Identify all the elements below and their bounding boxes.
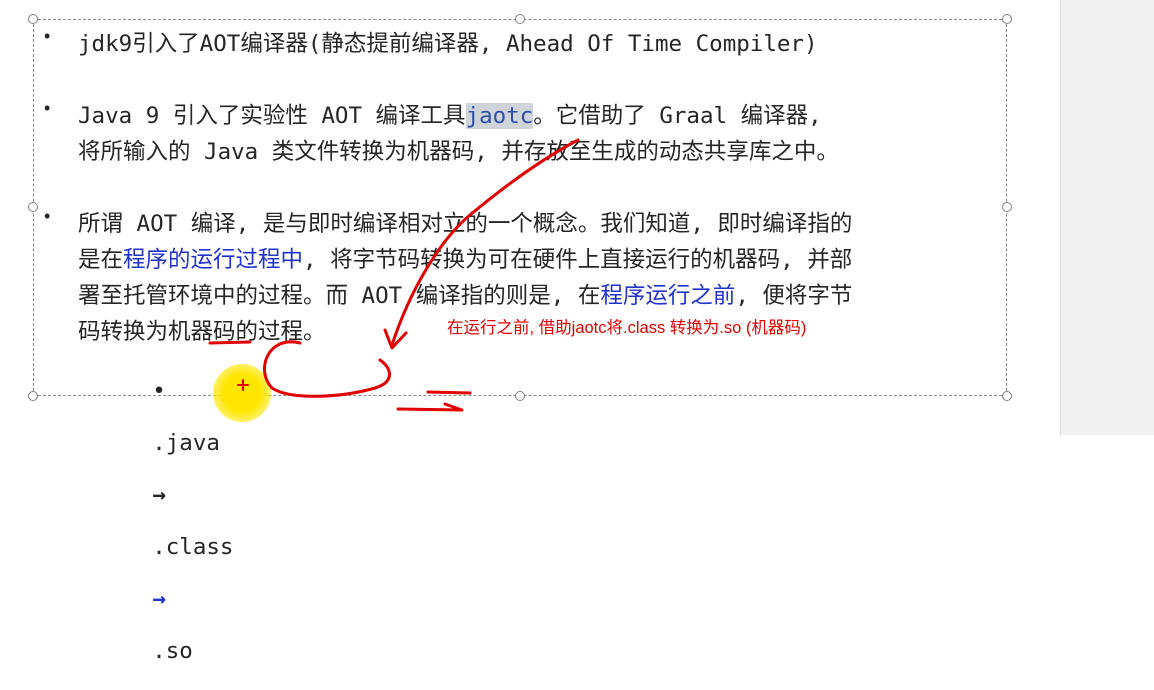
- blue-emphasis-text: 程序运行之前: [600, 283, 736, 309]
- text-line: 是在程序的运行过程中, 将字节码转换为可在硬件上直接运行的机器码, 并部: [78, 242, 1000, 278]
- laser-pointer-cursor: [213, 364, 271, 422]
- resize-handle-top-center[interactable]: [515, 14, 525, 24]
- text-segment: 所谓 AOT 编译, 是与即时编译相对立的一个概念。我们知道, 即时编译指的: [78, 211, 853, 237]
- text-segment: , 将字节码转换为可在硬件上直接运行的机器码, 并部: [303, 247, 853, 273]
- arrow-class-to-so: →: [152, 586, 166, 612]
- text-line: 所谓 AOT 编译, 是与即时编译相对立的一个概念。我们知道, 即时编译指的: [78, 206, 1000, 242]
- resize-handle-bottom-right[interactable]: [1002, 391, 1012, 401]
- java-extension-label: .java: [152, 430, 220, 456]
- bullet-paragraph-2: • Java 9 引入了实验性 AOT 编译工具jaotc。它借助了 Graal …: [40, 98, 1000, 170]
- bullet-marker: •: [44, 98, 51, 118]
- selected-word-jaotc: jaotc: [465, 103, 534, 129]
- resize-handle-middle-right[interactable]: [1002, 202, 1012, 212]
- arrow-java-to-class: →: [152, 482, 166, 508]
- text-segment: 将所输入的 Java 类文件转换为机器码, 并存放至生成的动态共享库之中。: [78, 139, 839, 165]
- resize-handle-bottom-center[interactable]: [515, 391, 525, 401]
- text-segment: , 便将字节: [735, 283, 853, 309]
- ink-annotation-text: 在运行之前, 借助jaotc将.class 转换为.so (机器码): [447, 319, 807, 337]
- sub-bullet-java-class-so: • .java → .class → .so: [98, 352, 233, 690]
- text-segment: Java 9 引入了实验性 AOT 编译工具: [78, 103, 466, 129]
- text-line: 将所输入的 Java 类文件转换为机器码, 并存放至生成的动态共享库之中。: [78, 134, 1000, 170]
- bullet-paragraph-1: • jdk9引入了AOT编译器(静态提前编译器, Ahead Of Time Co…: [40, 26, 1000, 62]
- so-extension-label: .so: [152, 638, 193, 664]
- scroll-side-panel: [1060, 0, 1154, 435]
- text-segment: jdk9引入了AOT编译器(静态提前编译器, Ahead Of Time Com…: [78, 31, 818, 57]
- blue-emphasis-text: 程序的运行过程中: [123, 247, 304, 273]
- sub-bullet-marker: •: [152, 378, 166, 404]
- text-segment: 码转换为机器码的过程。: [78, 319, 326, 345]
- slide-canvas: • jdk9引入了AOT编译器(静态提前编译器, Ahead Of Time Co…: [0, 0, 1060, 664]
- text-segment: 是在: [78, 247, 124, 273]
- text-line: jdk9引入了AOT编译器(静态提前编译器, Ahead Of Time Com…: [78, 26, 1000, 62]
- text-segment: 。它借助了 Graal 编译器,: [533, 103, 822, 129]
- resize-handle-top-right[interactable]: [1002, 14, 1012, 24]
- text-line: 署至托管环境中的过程。而 AOT 编译指的则是, 在程序运行之前, 便将字节: [78, 278, 1000, 314]
- resize-handle-top-left[interactable]: [28, 14, 38, 24]
- class-extension-label: .class: [152, 534, 234, 560]
- slide-text-content[interactable]: • jdk9引入了AOT编译器(静态提前编译器, Ahead Of Time Co…: [40, 26, 1000, 350]
- bullet-marker: •: [44, 206, 51, 226]
- text-line: Java 9 引入了实验性 AOT 编译工具jaotc。它借助了 Graal 编…: [78, 98, 1000, 134]
- text-segment: 署至托管环境中的过程。而 AOT 编译指的则是, 在: [78, 283, 601, 309]
- resize-handle-bottom-left[interactable]: [28, 391, 38, 401]
- bullet-marker: •: [44, 26, 51, 46]
- resize-handle-middle-left[interactable]: [28, 202, 38, 212]
